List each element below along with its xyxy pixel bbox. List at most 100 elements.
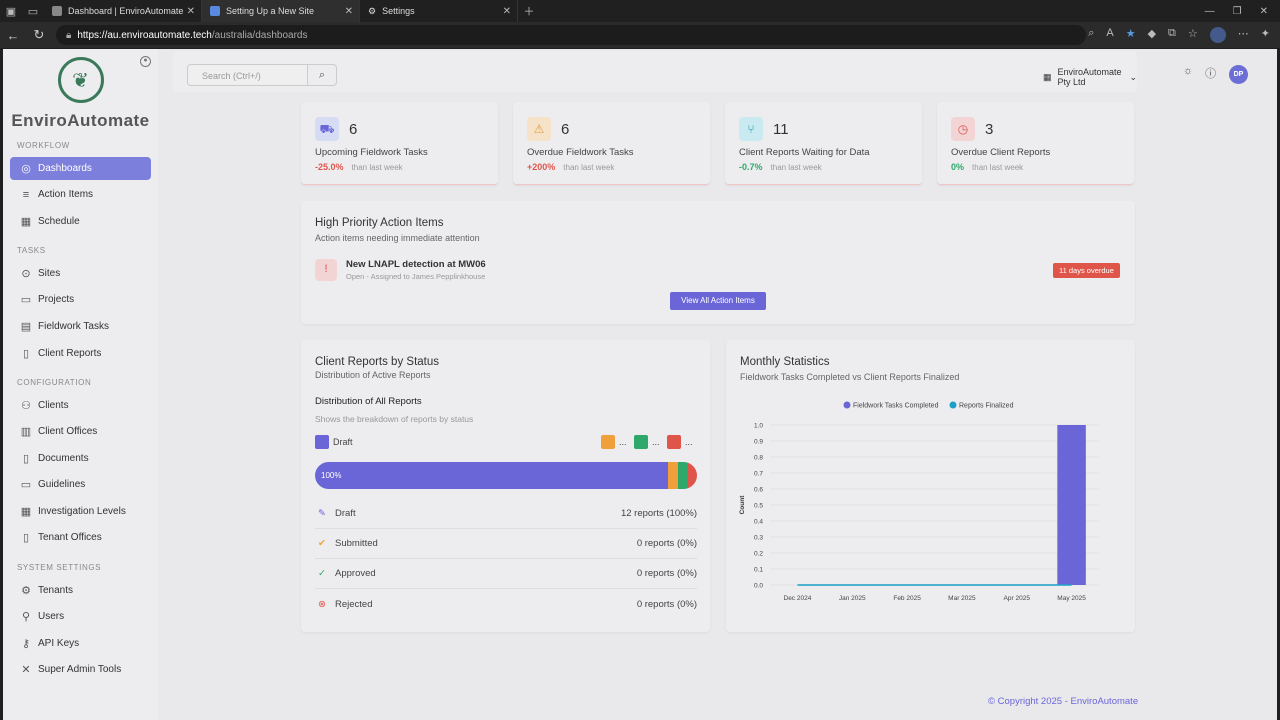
more-icon[interactable]: ⋯ [1238, 27, 1249, 43]
monthly-statistics-card: Monthly Statistics Fieldwork Tasks Compl… [726, 340, 1135, 632]
copyright-text: © Copyright 2025 - EnviroAutomate [988, 696, 1139, 707]
restore-icon[interactable]: ❐ [1233, 6, 1242, 17]
read-aloud-icon[interactable]: A [1106, 27, 1113, 43]
browser-tab-settings[interactable]: ⚙ Settings ✕ [360, 0, 518, 22]
user-avatar[interactable]: DP [1229, 65, 1248, 84]
section-title-workflow: WORKFLOW [17, 141, 70, 150]
sidebar-item-fieldwork-tasks[interactable]: ▤ Fieldwork Tasks [10, 315, 151, 338]
key-icon: ⚷ [21, 638, 31, 650]
new-tab-icon[interactable]: ＋ [518, 0, 540, 22]
distribution-subtitle: Shows the breakdown of reports by status [315, 414, 474, 424]
site-favicon [52, 6, 62, 16]
legend-marker [949, 401, 957, 409]
y-tick-label: 0.0 [754, 583, 763, 590]
sidebar-item-client-reports[interactable]: ▯ Client Reports [10, 342, 151, 365]
card-subtitle: Action items needing immediate attention [315, 233, 480, 243]
search-input[interactable]: Search (Ctrl+/) [187, 64, 308, 86]
zoom-icon[interactable]: ⌕ [1088, 27, 1094, 43]
sidebar: ❦ EnviroAutomate ● WORKFLOW ◎ Dashboards … [3, 49, 158, 720]
copilot-icon[interactable]: ✦ [1261, 27, 1270, 43]
status-row-submitted: ✔ Submitted 0 reports (0%) [315, 529, 697, 559]
sidebar-item-projects[interactable]: ▭ Projects [10, 288, 151, 311]
stat-card-upcoming-fieldwork[interactable]: ⛟ 6 Upcoming Fieldwork Tasks -25.0% than … [301, 102, 498, 185]
leaf-gear-icon: ❦ [57, 57, 104, 103]
browser-toolbar: ⌕ A ★ ◆ ⧉ ☆ ⋯ ✦ [1088, 27, 1280, 43]
sidebar-item-guidelines[interactable]: ▭ Guidelines [10, 473, 151, 496]
sidebar-item-clients[interactable]: ⚇ Clients [10, 394, 151, 417]
search-icon[interactable]: ⌕ [308, 64, 337, 86]
browser-tab-dashboard[interactable]: Dashboard | EnviroAutomate ✕ [44, 0, 202, 22]
sidebar-item-dashboards[interactable]: ◎ Dashboards [10, 157, 151, 180]
favorites-icon[interactable]: ☆ [1188, 27, 1198, 43]
x-tick-label: Apr 2025 [1004, 595, 1031, 602]
sidebar-item-action-items[interactable]: ≡ Action Items [10, 183, 151, 206]
refresh-icon[interactable]: ↻ [26, 27, 52, 43]
warning-icon: ⚠ [527, 117, 551, 141]
brand-logo: ❦ EnviroAutomate [3, 57, 158, 131]
folder-icon: ▭ [20, 294, 32, 306]
extensions-icon[interactable]: ⧉ [1168, 27, 1176, 43]
sidebar-item-investigation-levels[interactable]: ▦ Investigation Levels [10, 500, 151, 523]
close-tab-icon[interactable]: ✕ [187, 6, 195, 17]
help-icon[interactable]: ⓘ [1205, 65, 1216, 81]
favorite-star-icon[interactable]: ★ [1126, 27, 1136, 43]
brand-name: EnviroAutomate [11, 111, 150, 130]
sidebar-item-super-admin-tools[interactable]: ✕ Super Admin Tools [10, 658, 151, 681]
stat-card-overdue-reports[interactable]: ◷ 3 Overdue Client Reports 0% than last w… [937, 102, 1134, 185]
legend-swatch [315, 435, 329, 449]
sidebar-item-tenant-offices[interactable]: ▯ Tenant Offices [10, 526, 151, 549]
company-selector[interactable]: ▦ EnviroAutomate Pty Ltd ⌄ [1043, 67, 1137, 87]
y-tick-label: 0.2 [754, 551, 763, 558]
sidebar-item-sites[interactable]: ⊙ Sites [10, 262, 151, 285]
browser-profile-avatar[interactable] [1209, 27, 1226, 43]
x-tick-label: Dec 2024 [784, 595, 812, 602]
legend-swatch [634, 435, 648, 449]
chart-icon: ▦ [20, 506, 32, 518]
y-tick-label: 0.3 [754, 535, 763, 542]
action-item-title[interactable]: New LNAPL detection at MW06 [346, 259, 486, 270]
list-icon: ≡ [22, 188, 30, 201]
sidebar-item-api-keys[interactable]: ⚷ API Keys [10, 632, 151, 655]
sidebar-item-documents[interactable]: ▯ Documents [10, 447, 151, 470]
bar-segment-rejected [687, 462, 697, 489]
calendar-icon: ▦ [20, 216, 32, 228]
location-icon: ⊙ [21, 268, 31, 280]
extension-icon[interactable]: ◆ [1148, 27, 1156, 43]
status-row-approved: ✓ Approved 0 reports (0%) [315, 559, 697, 589]
close-tab-icon[interactable]: ✕ [503, 6, 511, 17]
y-axis-label: Count [739, 495, 746, 515]
legend-draft[interactable]: Draft [315, 435, 353, 449]
action-item-meta: Open - Assigned to James Pepplinkhouse [346, 272, 486, 281]
status-distribution-bar: 100% [315, 462, 697, 489]
collapse-sidebar-icon[interactable]: ● [140, 56, 151, 67]
view-all-action-items-button[interactable]: View All Action Items [670, 292, 766, 310]
minimize-icon[interactable]: — [1205, 6, 1215, 17]
sidebar-item-client-offices[interactable]: ▥ Client Offices [10, 420, 151, 443]
document-icon: ▯ [22, 453, 30, 465]
check-circle-icon: ✓ [318, 568, 326, 579]
office-icon: ▯ [22, 532, 30, 544]
sidebar-item-tenants[interactable]: ⚙ Tenants [10, 579, 151, 602]
sidebar-item-users[interactable]: ⚲ Users [10, 605, 151, 628]
building-icon: ▦ [1043, 71, 1052, 82]
legend-rejected[interactable]: ... [667, 435, 693, 449]
top-bar: Search (Ctrl+/) ⌕ ▦ EnviroAutomate Pty L… [173, 51, 1248, 92]
url-field[interactable]: 🔒︎ https://au.enviroautomate.tech/austra… [56, 25, 1086, 45]
legend-approved[interactable]: ... [634, 435, 660, 449]
sidebar-item-schedule[interactable]: ▦ Schedule [10, 210, 151, 233]
theme-toggle-icon[interactable]: ☼ [1183, 65, 1193, 81]
legend-submitted[interactable]: ... [601, 435, 627, 449]
browser-tab-bar: ▣ ▭ Dashboard | EnviroAutomate ✕ Setting … [0, 0, 1280, 22]
close-tab-icon[interactable]: ✕ [345, 6, 353, 17]
status-row-draft: ✎ Draft 12 reports (100%) [315, 499, 697, 529]
browser-tab-setting-up[interactable]: Setting Up a New Site ✕ [202, 0, 360, 22]
y-tick-label: 0.4 [754, 519, 763, 526]
back-icon[interactable]: ← [0, 28, 26, 43]
status-row-rejected: ⊗ Rejected 0 reports (0%) [315, 589, 697, 619]
stat-card-reports-waiting[interactable]: ⑂ 11 Client Reports Waiting for Data -0.… [725, 102, 922, 185]
stat-card-overdue-fieldwork[interactable]: ⚠ 6 Overdue Fieldwork Tasks +200% than la… [513, 102, 710, 185]
tab-actions-icon[interactable]: ▭ [22, 0, 44, 22]
workspaces-icon[interactable]: ▣ [0, 0, 22, 22]
x-tick-label: Jan 2025 [839, 595, 866, 602]
close-window-icon[interactable]: ✕ [1260, 6, 1268, 17]
